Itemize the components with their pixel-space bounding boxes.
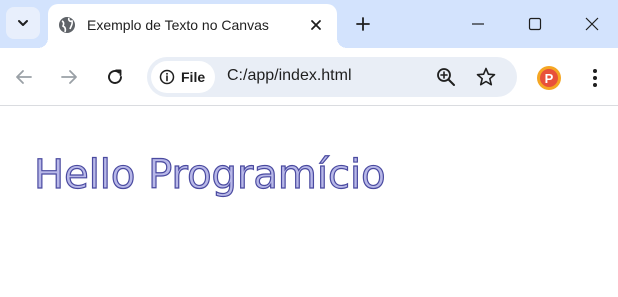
page-content: Hello Programício bbox=[0, 107, 618, 297]
address-bar[interactable]: File C:/app/index.html bbox=[147, 57, 517, 97]
close-icon bbox=[585, 17, 599, 31]
reload-icon bbox=[108, 69, 122, 84]
toolbar: File C:/app/index.html P bbox=[0, 48, 618, 106]
browser-window: Exemplo de Texto no Canvas File C:/app/i… bbox=[0, 0, 618, 297]
search-tabs-button[interactable] bbox=[6, 7, 40, 39]
tab-strip: Exemplo de Texto no Canvas bbox=[0, 0, 618, 48]
globe-icon bbox=[59, 17, 75, 33]
zoom-in-icon[interactable] bbox=[435, 66, 457, 88]
star-icon[interactable] bbox=[475, 66, 497, 88]
info-icon bbox=[159, 69, 175, 85]
profile-avatar[interactable]: P bbox=[537, 66, 561, 90]
canvas-text: Hello Programício bbox=[34, 152, 386, 198]
arrow-left-icon bbox=[16, 70, 32, 84]
maximize-icon bbox=[528, 17, 542, 31]
minimize-button[interactable] bbox=[463, 10, 493, 38]
chevron-down-icon bbox=[18, 20, 28, 26]
arrow-right-icon bbox=[61, 70, 77, 84]
back-button[interactable] bbox=[12, 65, 36, 89]
maximize-button[interactable] bbox=[520, 10, 550, 38]
canvas: Hello Programício bbox=[33, 151, 386, 198]
reload-button[interactable] bbox=[103, 65, 127, 89]
forward-button[interactable] bbox=[57, 65, 81, 89]
tab-close-button[interactable] bbox=[306, 15, 326, 35]
profile-letter: P bbox=[540, 69, 558, 87]
plus-icon bbox=[356, 17, 370, 31]
tab-title: Exemplo de Texto no Canvas bbox=[87, 17, 269, 33]
url-text[interactable]: C:/app/index.html bbox=[227, 67, 352, 85]
new-tab-button[interactable] bbox=[352, 13, 374, 35]
close-icon bbox=[311, 20, 321, 30]
minimize-icon bbox=[472, 23, 484, 25]
site-info-label: File bbox=[181, 69, 206, 85]
tab-active[interactable]: Exemplo de Texto no Canvas bbox=[38, 4, 347, 48]
site-info-chip[interactable]: File bbox=[151, 61, 215, 93]
window-close-button[interactable] bbox=[577, 10, 607, 38]
more-vert-icon[interactable] bbox=[584, 66, 606, 90]
